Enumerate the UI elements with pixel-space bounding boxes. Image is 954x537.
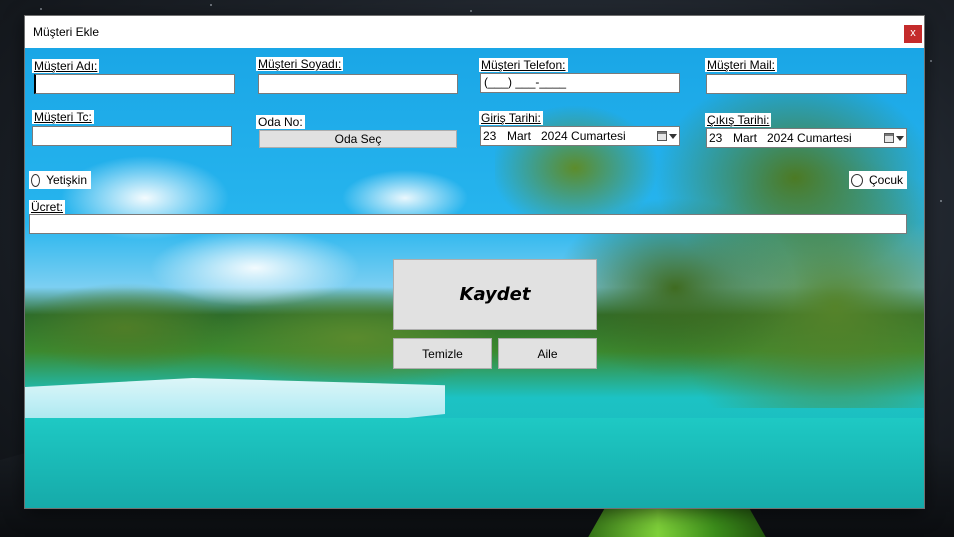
yetiskin-radio[interactable]: Yetişkin: [29, 171, 91, 189]
yetiskin-label: Yetişkin: [46, 173, 87, 187]
close-button[interactable]: x: [904, 25, 922, 43]
background-river: [25, 418, 924, 508]
cikis-day: 23: [709, 131, 723, 145]
telefon-mask: (___) ___-____: [484, 75, 567, 89]
giris-dropdown-button[interactable]: [655, 131, 679, 141]
radio-circle: [851, 173, 863, 187]
window-title: Müşteri Ekle: [33, 25, 100, 39]
musteri-ekle-window: Müşteri Ekle x Müşteri Adı: Müşteri Soya…: [25, 16, 924, 508]
title-bar[interactable]: Müşteri Ekle x: [25, 16, 924, 48]
calendar-icon: [657, 131, 667, 141]
cikis-year-weekday: 2024 Cumartesi: [767, 131, 852, 145]
kaydet-button[interactable]: Kaydet: [393, 259, 597, 330]
musteri-mail-input[interactable]: [706, 74, 907, 94]
star: [210, 4, 212, 6]
musteri-telefon-input[interactable]: (___) ___-____: [480, 73, 680, 93]
musteri-tc-label: Müşteri Tc:: [32, 110, 94, 124]
musteri-adi-label: Müşteri Adı:: [32, 59, 100, 73]
cikis-month: Mart: [733, 131, 757, 145]
cikis-tarihi-picker[interactable]: 23 Mart 2024 Cumartesi: [706, 128, 907, 148]
aile-button[interactable]: Aile: [498, 338, 597, 369]
ucret-label: Ücret:: [29, 200, 66, 214]
musteri-soyadi-input[interactable]: [258, 74, 458, 94]
star: [40, 8, 42, 10]
giris-day: 23: [483, 129, 497, 143]
giris-year-weekday: 2024 Cumartesi: [541, 129, 626, 143]
star: [940, 200, 942, 202]
cikis-tarihi-label: Çıkış Tarihi:: [705, 113, 772, 127]
cikis-dropdown-button[interactable]: [882, 133, 906, 143]
musteri-mail-label: Müşteri Mail:: [705, 58, 778, 72]
giris-month: Mart: [507, 129, 531, 143]
musteri-tc-input[interactable]: [32, 126, 232, 146]
star: [470, 10, 472, 12]
desktop-tent: [582, 508, 772, 537]
close-icon: x: [910, 27, 916, 39]
oda-no-label: Oda No:: [256, 115, 305, 129]
oda-sec-button[interactable]: Oda Seç: [259, 130, 457, 148]
calendar-icon: [884, 133, 894, 143]
cocuk-radio[interactable]: Çocuk: [849, 171, 907, 189]
musteri-adi-input[interactable]: [34, 74, 235, 94]
chevron-down-icon: [896, 135, 904, 141]
ucret-input[interactable]: [29, 214, 907, 234]
star: [930, 60, 932, 62]
radio-circle: [31, 173, 41, 187]
temizle-button[interactable]: Temizle: [393, 338, 492, 369]
cocuk-label: Çocuk: [868, 173, 903, 187]
giris-tarihi-picker[interactable]: 23 Mart 2024 Cumartesi: [480, 126, 680, 146]
musteri-soyadi-label: Müşteri Soyadı:: [256, 57, 344, 71]
musteri-telefon-label: Müşteri Telefon:: [479, 58, 568, 72]
giris-tarihi-label: Giriş Tarihi:: [479, 111, 543, 125]
chevron-down-icon: [669, 133, 677, 139]
form-body: Müşteri Adı: Müşteri Soyadı: Müşteri Tel…: [25, 48, 924, 508]
